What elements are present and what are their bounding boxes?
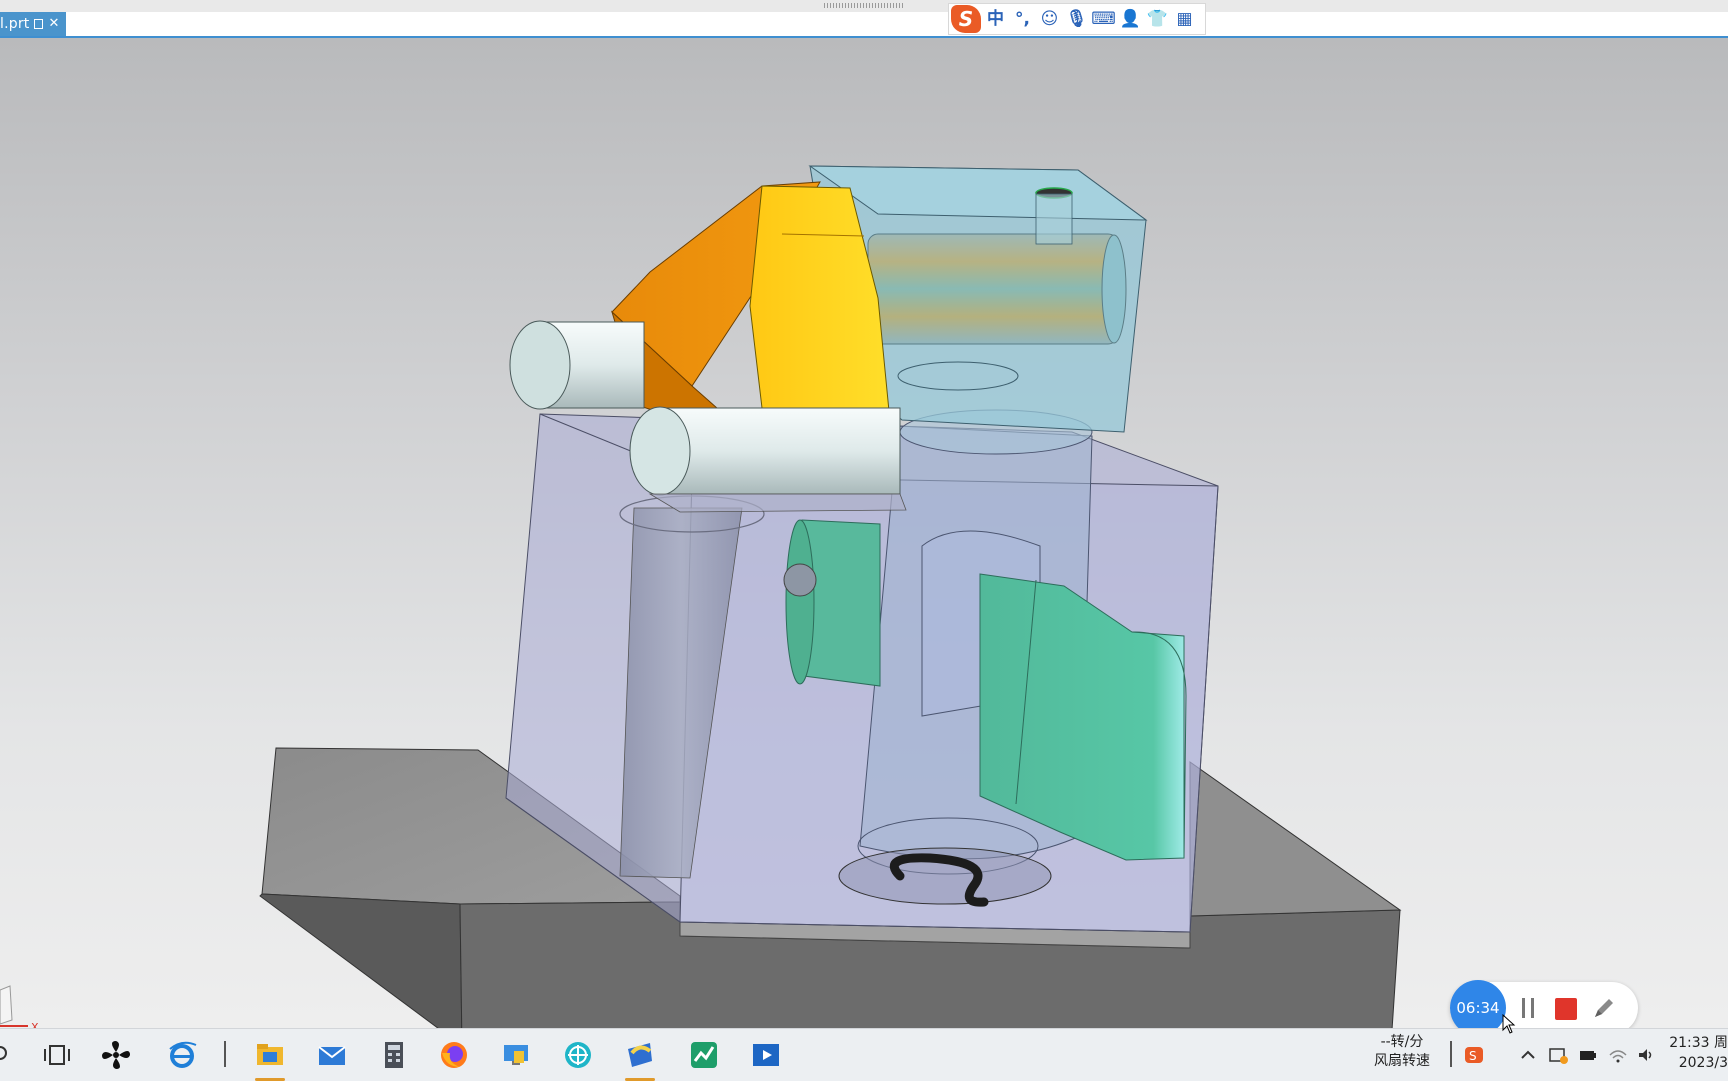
graphics-viewport[interactable]: X	[0, 38, 1728, 1028]
pin-icon[interactable]	[34, 19, 44, 29]
sogou-tray-icon[interactable]: S	[1464, 1045, 1484, 1065]
keyboard-icon[interactable]: ⌨	[1091, 7, 1116, 31]
axis-x-label: X	[31, 1021, 39, 1028]
pause-icon[interactable]	[1518, 998, 1538, 1018]
mail-icon[interactable]	[316, 1039, 348, 1071]
user-icon[interactable]: 👤	[1118, 7, 1143, 31]
tab-bar: l.prt ✕	[0, 12, 1728, 38]
calculator-icon[interactable]	[378, 1039, 410, 1071]
axis-triad: X	[0, 985, 39, 1028]
video-player-icon[interactable]	[750, 1039, 782, 1071]
clock-time: 21:33 周	[1669, 1035, 1728, 1051]
fan-app-icon[interactable]	[100, 1039, 132, 1071]
drag-grip[interactable]	[824, 3, 904, 8]
chinese-mode-icon[interactable]: 中	[983, 7, 1008, 31]
firefox-icon[interactable]	[438, 1039, 470, 1071]
ime-toolbar: S 中 °, ☺ 🎙 ⌨ 👤 👕 ▦	[948, 3, 1206, 35]
taskbar-separator	[1450, 1041, 1452, 1067]
pen-icon[interactable]	[1590, 994, 1618, 1022]
sogou-logo-icon[interactable]: S	[951, 5, 981, 33]
taskbar: --转/分 风扇转速 S 21:33 周 2023/3	[0, 1028, 1728, 1081]
cad-app-icon[interactable]	[624, 1039, 656, 1071]
chevron-up-icon[interactable]	[1518, 1045, 1538, 1065]
model-render[interactable]: X	[0, 38, 1728, 1028]
emoji-icon[interactable]: ☺	[1037, 7, 1062, 31]
remote-desktop-icon[interactable]	[500, 1039, 532, 1071]
browser-ie-icon[interactable]	[166, 1039, 198, 1071]
punctuation-icon[interactable]: °,	[1010, 7, 1035, 31]
svg-text:S: S	[1469, 1049, 1477, 1063]
target-app-icon[interactable]	[562, 1039, 594, 1071]
wifi-icon[interactable]	[1608, 1045, 1628, 1065]
security-tray-icon[interactable]	[1548, 1045, 1568, 1065]
system-clock[interactable]: 21:33 周 2023/3	[1664, 1033, 1728, 1073]
skin-icon[interactable]: 👕	[1145, 7, 1170, 31]
fan-speed-value: --转/分	[1380, 1034, 1424, 1050]
mouse-cursor-icon	[1502, 1014, 1516, 1034]
battery-icon[interactable]	[1578, 1045, 1598, 1065]
task-view-icon[interactable]	[42, 1039, 74, 1071]
search-icon[interactable]	[0, 1043, 10, 1067]
close-icon[interactable]: ✕	[48, 12, 59, 36]
clock-date: 2023/3	[1678, 1055, 1728, 1071]
stop-icon[interactable]	[1555, 998, 1577, 1020]
tab-part-file[interactable]: l.prt ✕	[0, 12, 66, 36]
fan-speed-widget[interactable]: --转/分 风扇转速	[1362, 1033, 1442, 1071]
taskbar-separator	[224, 1041, 226, 1067]
volume-icon[interactable]	[1636, 1045, 1656, 1065]
apps-grid-icon[interactable]: ▦	[1172, 7, 1197, 31]
tab-title: l.prt	[0, 16, 30, 32]
chart-app-icon[interactable]	[688, 1039, 720, 1071]
file-explorer-icon[interactable]	[254, 1039, 286, 1071]
microphone-icon[interactable]: 🎙	[1064, 7, 1089, 31]
fan-speed-label: 风扇转速	[1374, 1053, 1430, 1069]
